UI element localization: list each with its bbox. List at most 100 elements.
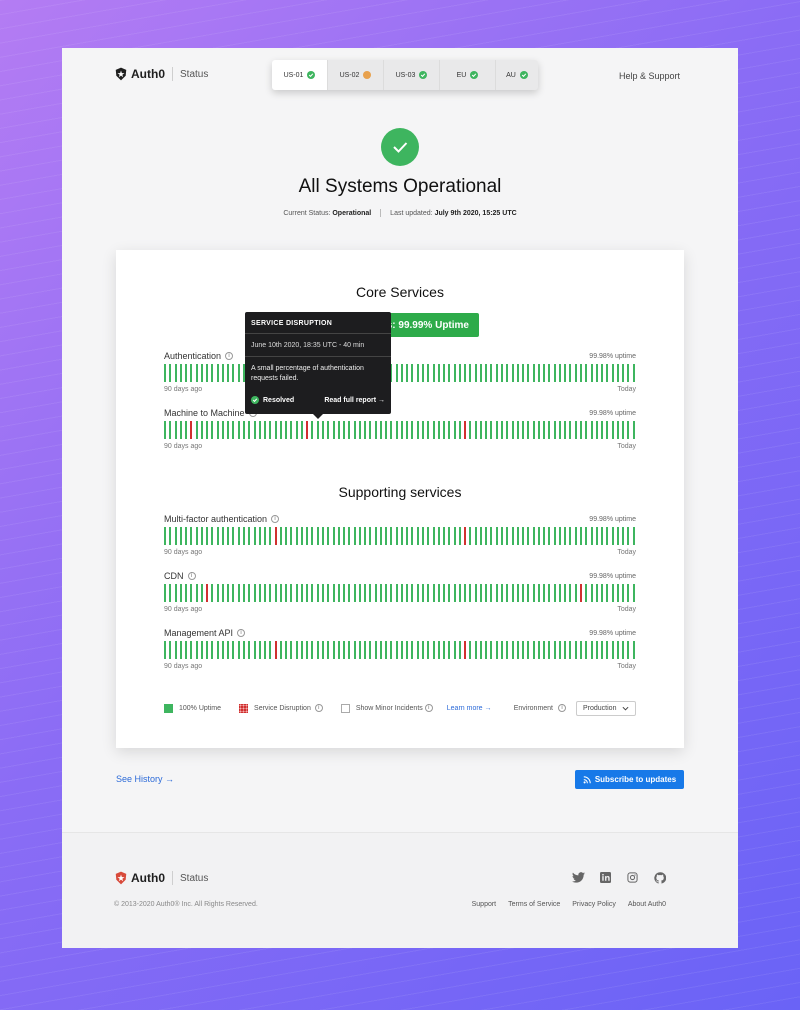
day-bar[interactable] xyxy=(527,584,530,602)
day-bar[interactable] xyxy=(332,421,335,439)
info-icon[interactable]: i xyxy=(271,515,280,523)
day-bar[interactable] xyxy=(316,584,319,602)
uptime-bars[interactable] xyxy=(164,641,636,659)
day-bar[interactable] xyxy=(279,527,282,545)
day-bar[interactable] xyxy=(343,641,346,659)
day-bar[interactable] xyxy=(495,527,498,545)
day-bar[interactable] xyxy=(400,641,403,659)
day-bar[interactable] xyxy=(558,364,561,382)
day-bar[interactable] xyxy=(232,364,235,382)
day-bar[interactable] xyxy=(548,364,551,382)
day-bar[interactable] xyxy=(295,421,298,439)
day-bar[interactable] xyxy=(458,364,461,382)
environment-select[interactable]: Production xyxy=(576,700,636,716)
day-bar[interactable] xyxy=(422,641,425,659)
day-bar[interactable] xyxy=(337,584,340,602)
day-bar[interactable] xyxy=(216,641,219,659)
day-bar[interactable] xyxy=(522,641,525,659)
day-bar[interactable] xyxy=(606,527,609,545)
day-bar[interactable] xyxy=(406,641,409,659)
day-bar[interactable] xyxy=(506,584,509,602)
day-bar[interactable] xyxy=(358,584,361,602)
day-bar[interactable] xyxy=(537,641,540,659)
footer-link-about[interactable]: About Auth0 xyxy=(628,901,666,908)
day-bar[interactable] xyxy=(300,584,303,602)
day-bar[interactable] xyxy=(353,641,356,659)
day-bar[interactable] xyxy=(200,527,203,545)
day-bar[interactable] xyxy=(469,527,472,545)
day-bar[interactable] xyxy=(595,641,598,659)
day-bar[interactable] xyxy=(179,527,182,545)
day-bar[interactable] xyxy=(221,421,224,439)
day-bar[interactable] xyxy=(490,364,493,382)
day-bar[interactable] xyxy=(253,421,256,439)
day-bar[interactable] xyxy=(200,584,203,602)
day-bar[interactable] xyxy=(311,641,314,659)
day-bar-disruption[interactable] xyxy=(190,421,193,439)
day-bar[interactable] xyxy=(585,641,588,659)
day-bar[interactable] xyxy=(448,364,451,382)
day-bar[interactable] xyxy=(174,584,177,602)
footer-brand-logo[interactable]: Auth0 Status xyxy=(114,871,208,885)
day-bar[interactable] xyxy=(611,364,614,382)
day-bar[interactable] xyxy=(511,421,514,439)
day-bar[interactable] xyxy=(432,641,435,659)
day-bar[interactable] xyxy=(221,584,224,602)
day-bar[interactable] xyxy=(479,527,482,545)
day-bar[interactable] xyxy=(321,641,324,659)
day-bar[interactable] xyxy=(390,584,393,602)
day-bar[interactable] xyxy=(574,364,577,382)
day-bar[interactable] xyxy=(369,584,372,602)
day-bar[interactable] xyxy=(627,584,630,602)
day-bar[interactable] xyxy=(411,584,414,602)
day-bar[interactable] xyxy=(564,527,567,545)
day-bar[interactable] xyxy=(306,641,309,659)
footer-link-privacy[interactable]: Privacy Policy xyxy=(572,901,616,908)
day-bar[interactable] xyxy=(211,584,214,602)
day-bar[interactable] xyxy=(443,421,446,439)
day-bar[interactable] xyxy=(358,421,361,439)
day-bar[interactable] xyxy=(374,641,377,659)
day-bar[interactable] xyxy=(174,641,177,659)
day-bar[interactable] xyxy=(427,641,430,659)
day-bar[interactable] xyxy=(427,584,430,602)
day-bar[interactable] xyxy=(211,364,214,382)
day-bar[interactable] xyxy=(285,421,288,439)
day-bar[interactable] xyxy=(164,421,166,439)
help-support-link[interactable]: Help & Support xyxy=(619,71,680,81)
day-bar[interactable] xyxy=(348,641,351,659)
day-bar[interactable] xyxy=(527,641,530,659)
day-bar[interactable] xyxy=(516,641,519,659)
day-bar[interactable] xyxy=(353,527,356,545)
day-bar[interactable] xyxy=(174,421,177,439)
day-bar[interactable] xyxy=(195,364,198,382)
day-bar[interactable] xyxy=(622,421,625,439)
day-bar[interactable] xyxy=(411,364,414,382)
day-bar[interactable] xyxy=(269,527,272,545)
day-bar[interactable] xyxy=(422,584,425,602)
day-bar[interactable] xyxy=(179,641,182,659)
day-bar[interactable] xyxy=(295,527,298,545)
day-bar[interactable] xyxy=(432,527,435,545)
day-bar[interactable] xyxy=(358,527,361,545)
day-bar[interactable] xyxy=(364,421,367,439)
day-bar[interactable] xyxy=(385,584,388,602)
day-bar[interactable] xyxy=(543,527,546,545)
day-bar[interactable] xyxy=(169,527,172,545)
day-bar[interactable] xyxy=(295,584,298,602)
day-bar[interactable] xyxy=(274,584,277,602)
day-bar[interactable] xyxy=(174,527,177,545)
day-bar[interactable] xyxy=(448,421,451,439)
day-bar[interactable] xyxy=(611,421,614,439)
day-bar[interactable] xyxy=(590,641,593,659)
day-bar[interactable] xyxy=(464,584,467,602)
day-bar[interactable] xyxy=(390,641,393,659)
day-bar[interactable] xyxy=(532,641,535,659)
day-bar[interactable] xyxy=(453,641,456,659)
day-bar[interactable] xyxy=(548,641,551,659)
day-bar[interactable] xyxy=(564,421,567,439)
day-bar[interactable] xyxy=(443,584,446,602)
day-bar[interactable] xyxy=(606,421,609,439)
day-bar[interactable] xyxy=(306,584,309,602)
day-bar[interactable] xyxy=(632,421,635,439)
